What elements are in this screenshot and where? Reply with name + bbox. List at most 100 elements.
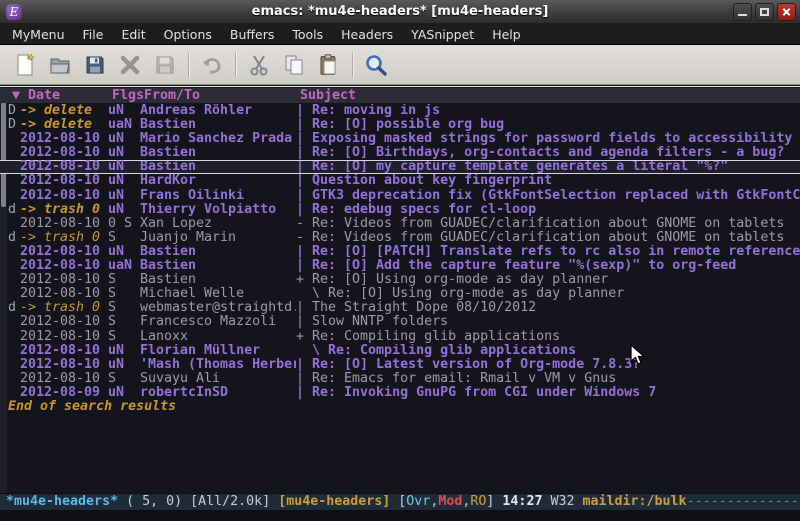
message-from: Juanjo Marin — [140, 231, 296, 245]
column-header-flags[interactable]: Flgs — [112, 88, 144, 103]
message-row[interactable]: 2012-08-10SLanoxx+ Re: Compiling glib ap… — [0, 330, 800, 344]
toolbar-button-save-as[interactable] — [150, 50, 180, 80]
message-flags: uN — [108, 189, 140, 203]
toolbar-button-search[interactable] — [361, 50, 391, 80]
message-subject: - Re: Videos from GUADEC/clarification a… — [296, 217, 800, 231]
end-of-results: End of search results — [0, 400, 800, 414]
toolbar-button-copy[interactable] — [279, 50, 309, 80]
toolbar-button-undo[interactable] — [197, 50, 227, 80]
message-row[interactable]: 2012-08-10uNFlorian Müllner \ Re: Compil… — [0, 344, 800, 358]
message-row[interactable]: d-> trash 0Swebmaster@straightd...| The … — [0, 301, 800, 315]
message-marker — [8, 315, 20, 329]
minimize-button[interactable] — [733, 3, 752, 21]
toolbar-button-paste[interactable] — [314, 50, 344, 80]
message-date: -> delete — [20, 118, 108, 132]
message-marker — [8, 189, 20, 203]
toolbar-separator — [352, 53, 354, 77]
message-row[interactable]: 2012-08-10uNBastien| Re: [O] Birthdays, … — [0, 146, 800, 160]
toolbar-button-open-folder[interactable] — [45, 50, 75, 80]
paste-icon — [317, 53, 341, 77]
window-controls — [733, 3, 796, 21]
message-row[interactable]: 2012-08-10uNBastien| Re: [O] [PATCH] Tra… — [0, 245, 800, 259]
message-flags: S — [108, 301, 140, 315]
mode-line-segment: *mu4e-headers* — [6, 494, 118, 509]
menu-item-options[interactable]: Options — [155, 25, 221, 44]
message-date: 2012-08-10 — [20, 358, 108, 372]
message-date: 2012-08-10 — [20, 146, 108, 160]
maximize-button[interactable] — [755, 3, 774, 21]
message-row[interactable]: 2012-08-10uaNBastien| Re: [O] Add the ca… — [0, 259, 800, 273]
menu-item-buffers[interactable]: Buffers — [221, 25, 283, 44]
message-date: -> trash 0 — [20, 231, 108, 245]
message-date: -> trash 0 — [20, 203, 108, 217]
message-flags: 0 S — [108, 217, 140, 231]
message-from: 'Mash (Thomas Herbert) — [140, 358, 296, 372]
maximize-icon — [760, 8, 769, 16]
mouse-cursor — [630, 344, 646, 366]
message-row[interactable]: 2012-08-10SSuvayu Ali| Re: Emacs for ema… — [0, 372, 800, 386]
mode-line-segment: ----------------------------------------… — [687, 494, 800, 509]
toolbar-button-new-file[interactable] — [10, 50, 40, 80]
menu-item-file[interactable]: File — [74, 25, 113, 44]
column-header-date[interactable]: ▼ Date — [8, 88, 112, 103]
close-button[interactable] — [777, 3, 796, 21]
toolbar-button-save[interactable] — [80, 50, 110, 80]
message-marker: D — [8, 118, 20, 132]
menu-item-headers[interactable]: Headers — [332, 25, 402, 44]
message-row[interactable]: D-> deleteuaNBastien| Re: [O] possible o… — [0, 118, 800, 132]
message-row[interactable]: 2012-08-100 SXan Lopez- Re: Videos from … — [0, 217, 800, 231]
message-from: Bastien — [140, 161, 296, 173]
message-marker — [8, 146, 20, 160]
message-row[interactable]: 2012-08-10SMichael Welle \ Re: [O] Using… — [0, 287, 800, 301]
mode-line-segment: Mod — [438, 494, 462, 509]
column-header-subject[interactable]: Subject — [300, 88, 800, 103]
message-flags: uN — [108, 245, 140, 259]
message-row[interactable]: 2012-08-10uNFrans Oilinki| GTK3 deprecat… — [0, 189, 800, 203]
minibuffer[interactable] — [0, 510, 800, 521]
minimize-icon — [738, 14, 747, 16]
message-marker — [8, 273, 20, 287]
message-row[interactable]: D-> deleteuNAndreas Röhler| Re: moving i… — [0, 104, 800, 118]
message-flags: uN — [108, 386, 140, 400]
message-flags: uN — [108, 132, 140, 146]
message-subject: | Re: [O] my capture template generates … — [296, 161, 800, 173]
message-subject: | GTK3 deprecation fix (GtkFontSelection… — [296, 189, 800, 203]
menu-item-edit[interactable]: Edit — [112, 25, 154, 44]
mode-line: *mu4e-headers* ( 5, 0) [All/2.0k] [mu4e-… — [0, 493, 800, 510]
emacs-window: E emacs: *mu4e-headers* [mu4e-headers] M… — [0, 0, 800, 521]
message-marker: d — [8, 231, 20, 245]
message-marker: d — [8, 301, 20, 315]
toolbar-button-kill-buffer[interactable] — [115, 50, 145, 80]
message-date: 2012-08-10 — [20, 287, 108, 301]
menu-item-yasnippet[interactable]: YASnippet — [402, 25, 483, 44]
message-from: Bastien — [140, 259, 296, 273]
message-marker — [8, 245, 20, 259]
message-row[interactable]: d-> trash 0SJuanjo Marin- Re: Videos fro… — [0, 231, 800, 245]
message-row[interactable]: 2012-08-10SFrancesco Mazzoli| Slow NNTP … — [0, 315, 800, 329]
toolbar-button-cut[interactable] — [244, 50, 274, 80]
message-row[interactable]: 2012-08-09uNrobertcInSD| Re: Invoking Gn… — [0, 386, 800, 400]
message-subject: | Question about key fingerprint — [296, 174, 800, 188]
message-row[interactable]: 2012-08-10uNHardKor| Question about key … — [0, 174, 800, 188]
message-marker — [8, 161, 20, 173]
column-header-from[interactable]: From/To — [144, 88, 300, 103]
menu-item-mymenu[interactable]: MyMenu — [3, 25, 74, 44]
message-date: 2012-08-10 — [20, 273, 108, 287]
menu-item-help[interactable]: Help — [483, 25, 530, 44]
menu-item-tools[interactable]: Tools — [283, 25, 332, 44]
toolbar — [0, 45, 800, 85]
message-row-current[interactable]: 2012-08-10uNBastien| Re: [O] my capture … — [0, 160, 800, 174]
mode-line-segment: W32 — [542, 494, 582, 509]
message-subject: + Re: Compiling glib applications — [296, 330, 800, 344]
message-row[interactable]: 2012-08-10uNMario Sanchez Prada| Exposin… — [0, 132, 800, 146]
message-date: 2012-08-10 — [20, 372, 108, 386]
message-row[interactable]: 2012-08-10uN'Mash (Thomas Herbert)| Re: … — [0, 358, 800, 372]
message-from: webmaster@straightd... — [140, 301, 296, 315]
undo-icon — [200, 53, 224, 77]
message-row[interactable]: 2012-08-10SBastien+ Re: [O] Using org-mo… — [0, 273, 800, 287]
buffer-frame: ▼ DateFlgsFrom/ToSubject D-> deleteuNAnd… — [0, 86, 800, 521]
open-folder-icon — [48, 53, 72, 77]
message-row[interactable]: d-> trash 0uNThierry Volpiatto| Re: edeb… — [0, 203, 800, 217]
message-date: 2012-08-09 — [20, 386, 108, 400]
message-flags: S — [108, 330, 140, 344]
